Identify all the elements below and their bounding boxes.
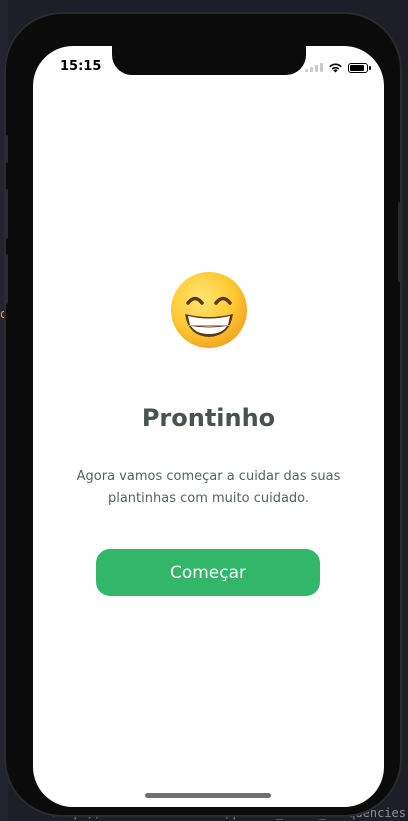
volume-up-button xyxy=(4,189,8,239)
grinning-face-icon xyxy=(170,272,247,348)
cellular-signal-icon xyxy=(305,63,323,72)
page-subtitle: Agora vamos começar a cuidar das suas pl… xyxy=(76,469,341,506)
power-button xyxy=(398,202,402,282)
volume-down-button xyxy=(4,254,8,304)
status-icons xyxy=(305,62,371,73)
iphone-device-frame: 15:15 Prontinho Agora vamos começar a cu… xyxy=(4,12,402,817)
wifi-icon xyxy=(329,63,342,73)
battery-icon xyxy=(348,62,371,73)
start-button[interactable]: Começar xyxy=(96,549,320,596)
page-title: Prontinho xyxy=(141,404,276,432)
app-screen: 15:15 Prontinho Agora vamos começar a cu… xyxy=(33,46,384,807)
status-time: 15:15 xyxy=(60,59,102,74)
silent-switch xyxy=(4,135,8,163)
home-indicator[interactable] xyxy=(145,793,271,798)
notch xyxy=(112,46,306,75)
grinning-emoji xyxy=(33,270,384,361)
